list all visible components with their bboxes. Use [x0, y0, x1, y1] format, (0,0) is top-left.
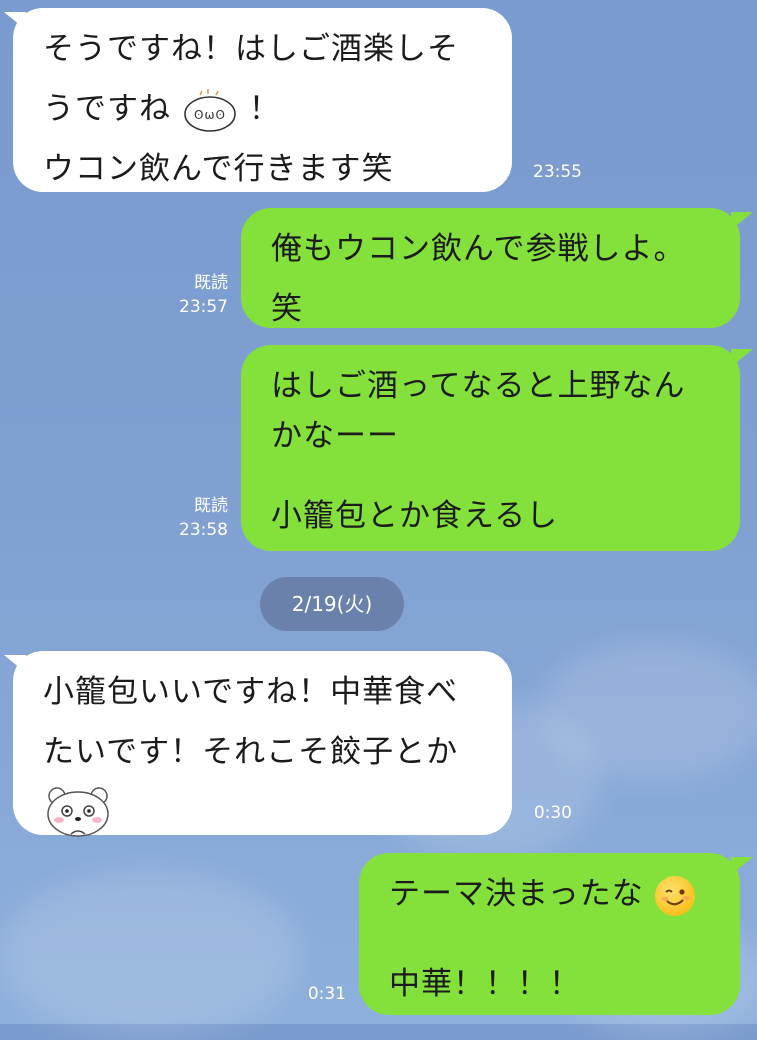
message-bubble[interactable]: 俺もウコン飲んで参戦しよ。 笑	[241, 208, 740, 328]
message-time: 23:57	[179, 297, 228, 317]
bear-sticker-icon	[43, 782, 512, 842]
message-text-line: はしご酒ってなると上野なん	[271, 368, 686, 404]
message-time: 0:30	[533, 803, 572, 823]
message-text-line: 中華！！！！	[389, 966, 581, 1002]
message-text: テーマ決まったな	[389, 876, 644, 912]
message-text-line: そうですね！はしご酒楽しそ	[43, 31, 459, 67]
winking-face-icon	[654, 875, 695, 916]
message-time: 23:58	[179, 520, 228, 540]
read-status: 既読	[194, 496, 228, 516]
message-bubble[interactable]: テーマ決まったな 中華！！！！	[359, 853, 740, 1015]
message-bubble[interactable]: 小籠包いいですね！中華食べ たいです！それこそ餃子とか	[13, 651, 512, 837]
sweating-face-sticker-icon: ʘωʘ	[182, 88, 238, 133]
message-text-line: たいです！それこそ餃子とか	[43, 734, 459, 770]
message-text-line: かなーー	[271, 418, 399, 454]
message-text-line: 小籠包いいですね！中華食べ	[43, 674, 459, 710]
read-status: 既読	[194, 273, 228, 293]
message-text-line: 笑	[271, 291, 303, 327]
message-text-line	[271, 456, 740, 486]
message-time: 0:31	[307, 984, 346, 1004]
message-bubble[interactable]: そうですね！はしご酒楽しそ うですね ʘωʘ ！ ウコン飲んで行きます笑	[13, 8, 512, 192]
message-text: うですね	[43, 91, 171, 127]
date-separator: 2/19(火)	[260, 577, 404, 631]
message-text-line: うですね ʘωʘ ！	[43, 79, 512, 139]
message-text-line: 俺もウコン飲んで参戦しよ。	[271, 231, 686, 267]
background-cloud	[0, 870, 300, 1040]
message-text: ！	[248, 91, 281, 127]
message-text-line	[389, 924, 740, 954]
message-text-line: ウコン飲んで行きます笑	[43, 151, 394, 187]
message-bubble[interactable]: はしご酒ってなると上野なん かなーー 小籠包とか食えるし	[241, 345, 740, 551]
message-text-line: 小籠包とか食えるし	[271, 498, 559, 534]
message-text-line: テーマ決まったな	[389, 864, 740, 924]
message-time: 23:55	[533, 162, 582, 182]
svg-text:ʘωʘ: ʘωʘ	[194, 108, 226, 122]
